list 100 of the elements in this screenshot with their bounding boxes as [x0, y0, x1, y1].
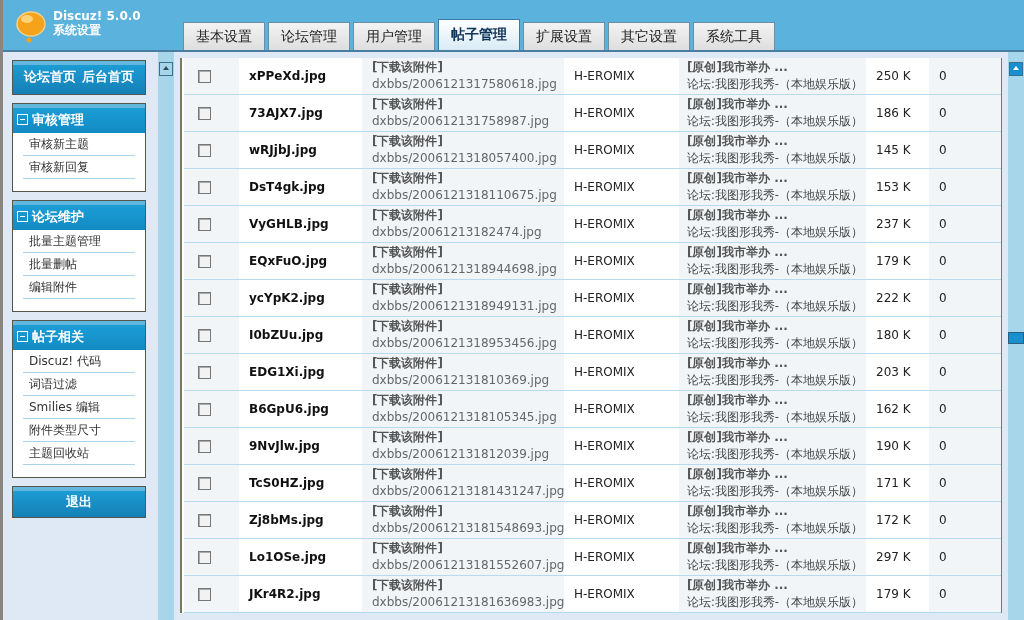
scrollbar[interactable] — [158, 52, 174, 620]
nav-tab[interactable]: 论坛管理 — [268, 22, 350, 50]
thread-title-link[interactable]: [原创]我市举办 ... — [687, 540, 788, 557]
nav-tab[interactable]: 扩展设置 — [523, 22, 605, 50]
scroll-up-icon[interactable] — [1009, 62, 1023, 76]
row-checkbox[interactable] — [198, 513, 211, 527]
download-link[interactable]: [下载该附件] — [372, 244, 443, 261]
menu-item[interactable]: 编辑附件 — [23, 276, 135, 299]
download-link[interactable]: [下载该附件] — [372, 281, 443, 298]
menu-item[interactable]: Discuz! 代码 — [23, 350, 135, 373]
download-link[interactable]: [下载该附件] — [372, 170, 443, 187]
thread-title-link[interactable]: [原创]我市举办 ... — [687, 318, 788, 335]
download-link[interactable]: [下载该附件] — [372, 503, 443, 520]
thread-title-link[interactable]: [原创]我市举办 ... — [687, 281, 788, 298]
download-link[interactable]: [下载该附件] — [372, 540, 443, 557]
download-link[interactable]: [下载该附件] — [372, 355, 443, 372]
menu-item[interactable]: 审核新主题 — [23, 133, 135, 156]
download-link[interactable]: [下载该附件] — [372, 577, 443, 594]
menu-item[interactable]: 审核新回复 — [23, 156, 135, 179]
download-count: 0 — [939, 365, 947, 379]
row-checkbox[interactable] — [198, 402, 211, 416]
download-link[interactable]: [下载该附件] — [372, 133, 443, 150]
uploader-name: H-EROMIX — [574, 69, 635, 83]
uploader-name: H-EROMIX — [574, 254, 635, 268]
download-count: 0 — [939, 217, 947, 231]
thread-title-link[interactable]: [原创]我市举办 ... — [687, 429, 788, 446]
thread-title-link[interactable]: [原创]我市举办 ... — [687, 170, 788, 187]
forum-name: 论坛:我图形我秀-（本地娱乐版） — [687, 298, 864, 315]
file-name: JKr4R2.jpg — [249, 587, 321, 601]
logout-button[interactable]: 退出 — [12, 486, 146, 518]
row-checkbox[interactable] — [198, 587, 211, 601]
download-link[interactable]: [下载该附件] — [372, 96, 443, 113]
menu-item[interactable]: 批量主题管理 — [23, 230, 135, 253]
menu-group-title: 审核管理 — [32, 110, 84, 129]
scrollbar[interactable] — [1008, 52, 1024, 620]
file-name: 9NvJlw.jpg — [249, 439, 320, 453]
nav-tab[interactable]: 基本设置 — [183, 22, 265, 50]
thread-title-link[interactable]: [原创]我市举办 ... — [687, 207, 788, 224]
file-name: Zj8bMs.jpg — [249, 513, 324, 527]
file-size: 171 K — [876, 476, 911, 490]
thread-title-link[interactable]: [原创]我市举办 ... — [687, 59, 788, 76]
file-path: dxbbs/200612131758987.jpg — [372, 113, 550, 130]
download-link[interactable]: [下载该附件] — [372, 318, 443, 335]
download-link[interactable]: [下载该附件] — [372, 429, 443, 446]
download-link[interactable]: [下载该附件] — [372, 59, 443, 76]
download-count: 0 — [939, 476, 947, 490]
thread-title-link[interactable]: [原创]我市举办 ... — [687, 577, 788, 594]
file-size: 162 K — [876, 402, 911, 416]
thread-title-link[interactable]: [原创]我市举办 ... — [687, 392, 788, 409]
collapse-icon[interactable] — [17, 114, 28, 125]
row-checkbox[interactable] — [198, 550, 211, 564]
home-link[interactable]: 论坛首页 — [24, 68, 76, 86]
thread-title-link[interactable]: [原创]我市举办 ... — [687, 503, 788, 520]
row-checkbox[interactable] — [198, 180, 211, 194]
thread-title-link[interactable]: [原创]我市举办 ... — [687, 244, 788, 261]
nav-tab[interactable]: 系统工具 — [693, 22, 775, 50]
thread-title-link[interactable]: [原创]我市举办 ... — [687, 355, 788, 372]
scroll-up-icon[interactable] — [159, 62, 173, 76]
file-size: 250 K — [876, 69, 911, 83]
collapse-icon[interactable] — [17, 331, 28, 342]
thread-title-link[interactable]: [原创]我市举办 ... — [687, 466, 788, 483]
menu-item[interactable]: Smilies 编辑 — [23, 396, 135, 419]
menu-item[interactable]: 主题回收站 — [23, 442, 135, 465]
file-path: dxbbs/200612131810369.jpg — [372, 372, 550, 389]
thread-title-link[interactable]: [原创]我市举办 ... — [687, 133, 788, 150]
thread-title-link[interactable]: [原创]我市举办 ... — [687, 96, 788, 113]
row-checkbox[interactable] — [198, 106, 211, 120]
uploader-name: H-EROMIX — [574, 291, 635, 305]
home-link[interactable]: 后台首页 — [82, 68, 134, 86]
file-name: I0bZUu.jpg — [249, 328, 324, 342]
file-path: dxbbs/2006121318953456.jpg — [372, 335, 557, 352]
download-link[interactable]: [下载该附件] — [372, 207, 443, 224]
nav-tab[interactable]: 帖子管理 — [438, 19, 520, 50]
row-checkbox[interactable] — [198, 291, 211, 305]
file-size: 186 K — [876, 106, 911, 120]
nav-tab[interactable]: 用户管理 — [353, 22, 435, 50]
row-checkbox[interactable] — [198, 365, 211, 379]
download-link[interactable]: [下载该附件] — [372, 392, 443, 409]
scrollbar-thumb[interactable] — [1008, 332, 1024, 344]
download-link[interactable]: [下载该附件] — [372, 466, 443, 483]
file-size: 190 K — [876, 439, 911, 453]
row-checkbox[interactable] — [198, 328, 211, 342]
row-checkbox[interactable] — [198, 254, 211, 268]
row-checkbox[interactable] — [198, 69, 211, 83]
row-checkbox[interactable] — [198, 217, 211, 231]
file-name: ycYpK2.jpg — [249, 291, 325, 305]
forum-name: 论坛:我图形我秀-（本地娱乐版） — [687, 335, 864, 352]
menu-item[interactable]: 附件类型尺寸 — [23, 419, 135, 442]
speech-bubble-icon — [15, 10, 47, 44]
row-checkbox[interactable] — [198, 143, 211, 157]
file-size: 145 K — [876, 143, 911, 157]
collapse-icon[interactable] — [17, 211, 28, 222]
uploader-name: H-EROMIX — [574, 550, 635, 564]
row-checkbox[interactable] — [198, 476, 211, 490]
menu-item[interactable]: 批量删帖 — [23, 253, 135, 276]
menu-item[interactable]: 词语过滤 — [23, 373, 135, 396]
row-checkbox[interactable] — [198, 439, 211, 453]
nav-tab[interactable]: 其它设置 — [608, 22, 690, 50]
forum-name: 论坛:我图形我秀-（本地娱乐版） — [687, 483, 864, 500]
download-count: 0 — [939, 328, 947, 342]
